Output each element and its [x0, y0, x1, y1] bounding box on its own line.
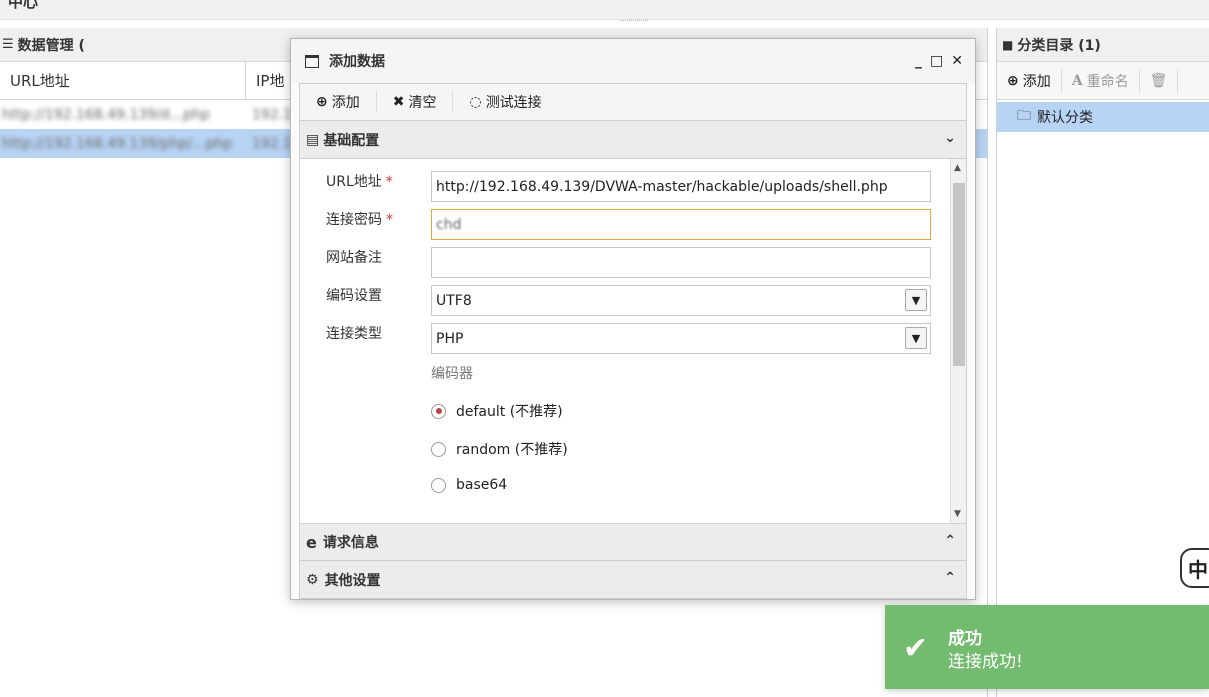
list-icon: ☰	[2, 37, 14, 52]
row-ip: 192.1	[252, 135, 293, 152]
category-add-button[interactable]: ⊕ 添加	[997, 68, 1062, 93]
encoder-radio-default[interactable]: default (不推荐)	[431, 401, 563, 421]
password-input[interactable]: chd	[431, 209, 931, 240]
x-icon: ✖	[392, 94, 405, 110]
scrollbar-thumb[interactable]	[953, 183, 965, 366]
url-label: URL地址 *	[326, 174, 393, 190]
section-other-settings[interactable]: ⚙ 其他设置 ⌃	[299, 561, 967, 599]
chevron-up-icon: ⌃	[944, 533, 956, 549]
chevron-up-icon: ⌃	[944, 570, 956, 586]
encoder-radio-random[interactable]: random (不推荐)	[431, 439, 568, 459]
splitter-handle[interactable]	[620, 20, 648, 26]
type-row: 连接类型	[326, 323, 431, 343]
encoding-label: 编码设置	[326, 288, 382, 304]
url-input-value: http://192.168.49.139/DVWA-master/hackab…	[436, 178, 888, 195]
window-icon	[305, 54, 319, 68]
note-label: 网站备注	[326, 250, 382, 266]
required-marker: *	[386, 212, 393, 228]
category-item-label: 默认分类	[1037, 110, 1093, 126]
category-rename-label: 重命名	[1086, 73, 1129, 90]
password-row: 连接密码 *	[326, 209, 431, 229]
file-icon: ▤	[306, 131, 320, 148]
success-toast[interactable]: ✔ 成功 连接成功!	[885, 605, 1209, 689]
url-input[interactable]: http://192.168.49.139/DVWA-master/hackab…	[431, 171, 931, 202]
dialog-clear-button[interactable]: ✖ 清空	[377, 91, 454, 113]
password-input-value: chd	[436, 216, 462, 233]
add-data-dialog: 添加数据 _ □ ✕ ⊕ 添加 ✖ 清空 ◌ 测试连接 ▤ 基础配置 ⌄ URL…	[290, 38, 976, 600]
category-rename-button[interactable]: A 重命名	[1062, 68, 1140, 93]
encoder-base64-label: base64	[456, 477, 508, 493]
radio-unchecked-icon[interactable]	[431, 477, 446, 493]
window-buttons: _ □ ✕	[915, 53, 963, 69]
section-basic-config[interactable]: ▤ 基础配置 ⌄	[299, 121, 967, 159]
test-connection-button[interactable]: ◌ 测试连接	[453, 91, 557, 113]
scroll-up-icon[interactable]: ▲	[954, 163, 961, 173]
maximize-button[interactable]: □	[930, 53, 943, 69]
plus-circle-icon: ⊕	[316, 94, 328, 110]
basic-config-body: URL地址 * http://192.168.49.139/DVWA-master…	[299, 159, 967, 523]
encoding-select-value: UTF8	[436, 292, 472, 309]
category-item-default[interactable]: 🗀 默认分类	[997, 102, 1209, 132]
encoding-select[interactable]: UTF8 ▼	[431, 285, 931, 316]
font-icon: A	[1071, 72, 1083, 89]
dialog-clear-label: 清空	[408, 95, 437, 111]
radio-unchecked-icon[interactable]	[431, 441, 446, 457]
password-label: 连接密码 *	[326, 212, 393, 228]
folder-open-icon: 🗀	[1017, 108, 1031, 124]
type-select[interactable]: PHP ▼	[431, 323, 931, 354]
scroll-down-icon[interactable]: ▼	[954, 509, 961, 519]
category-delete-button[interactable]: 🗑	[1140, 68, 1179, 93]
row-ip: 192.1	[252, 106, 293, 123]
checkmark-icon: ✔	[903, 631, 929, 666]
e-icon: e	[306, 532, 317, 552]
note-row: 网站备注	[326, 247, 431, 267]
row-url: http://192.168.49.139/php/...php	[2, 135, 233, 152]
top-bar: 中心	[0, 0, 1209, 20]
minimize-button[interactable]: _	[915, 53, 922, 69]
encoder-default-label: default (不推荐)	[456, 404, 563, 420]
section-request-label: 请求信息	[322, 535, 379, 551]
encoding-row: 编码设置	[326, 285, 431, 305]
radio-checked-icon[interactable]	[431, 403, 446, 419]
plus-circle-icon: ⊕	[1007, 72, 1019, 89]
toast-message: 连接成功!	[948, 652, 1023, 672]
dialog-title: 添加数据	[329, 54, 385, 70]
encoder-radio-base64[interactable]: base64	[431, 477, 507, 493]
category-add-label: 添加	[1022, 73, 1051, 90]
type-label: 连接类型	[326, 326, 382, 342]
section-other-label: 其他设置	[324, 572, 381, 589]
chevron-down-icon[interactable]: ▼	[905, 289, 927, 311]
folder-icon: ■	[1002, 37, 1014, 52]
dialog-titlebar[interactable]: 添加数据 _ □ ✕	[291, 39, 975, 83]
required-marker: *	[385, 174, 393, 190]
category-panel: ■ 分类目录 (1) ⊕ 添加 A 重命名 🗑 🗀 默认分类	[996, 28, 1209, 697]
column-header-url[interactable]: URL地址	[0, 62, 246, 99]
category-panel-title: 分类目录 (1)	[1017, 37, 1101, 54]
trash-icon: 🗑	[1149, 72, 1168, 89]
section-request-info[interactable]: e 请求信息 ⌃	[299, 523, 967, 561]
chevron-down-icon[interactable]: ▼	[905, 327, 927, 349]
dialog-toolbar: ⊕ 添加 ✖ 清空 ◌ 测试连接	[299, 83, 967, 121]
row-url: http://192.168.49.139/d...php	[2, 106, 210, 123]
close-button[interactable]: ✕	[951, 53, 963, 69]
data-panel-title: 数据管理 (	[17, 37, 85, 54]
category-panel-header: ■ 分类目录 (1)	[997, 28, 1209, 62]
type-select-value: PHP	[436, 330, 464, 347]
chevron-down-icon: ⌄	[944, 130, 956, 146]
toast-title: 成功	[948, 629, 982, 649]
encoder-random-label: random (不推荐)	[456, 442, 568, 458]
mascot-bubble: 中	[1180, 548, 1209, 588]
category-toolbar: ⊕ 添加 A 重命名 🗑	[997, 62, 1209, 100]
dialog-add-label: 添加	[331, 95, 360, 111]
note-input[interactable]	[431, 247, 931, 278]
vertical-scrollbar[interactable]: ▲ ▼	[950, 159, 966, 523]
section-basic-label: 基础配置	[323, 132, 380, 149]
gears-icon: ⚙	[306, 571, 319, 588]
encoder-label: 编码器	[431, 366, 473, 382]
app-title: 中心	[8, 0, 39, 11]
url-row: URL地址 *	[326, 171, 431, 191]
test-connection-label: 测试连接	[485, 95, 542, 111]
dialog-add-button[interactable]: ⊕ 添加	[300, 91, 377, 113]
spinner-icon: ◌	[469, 94, 482, 110]
